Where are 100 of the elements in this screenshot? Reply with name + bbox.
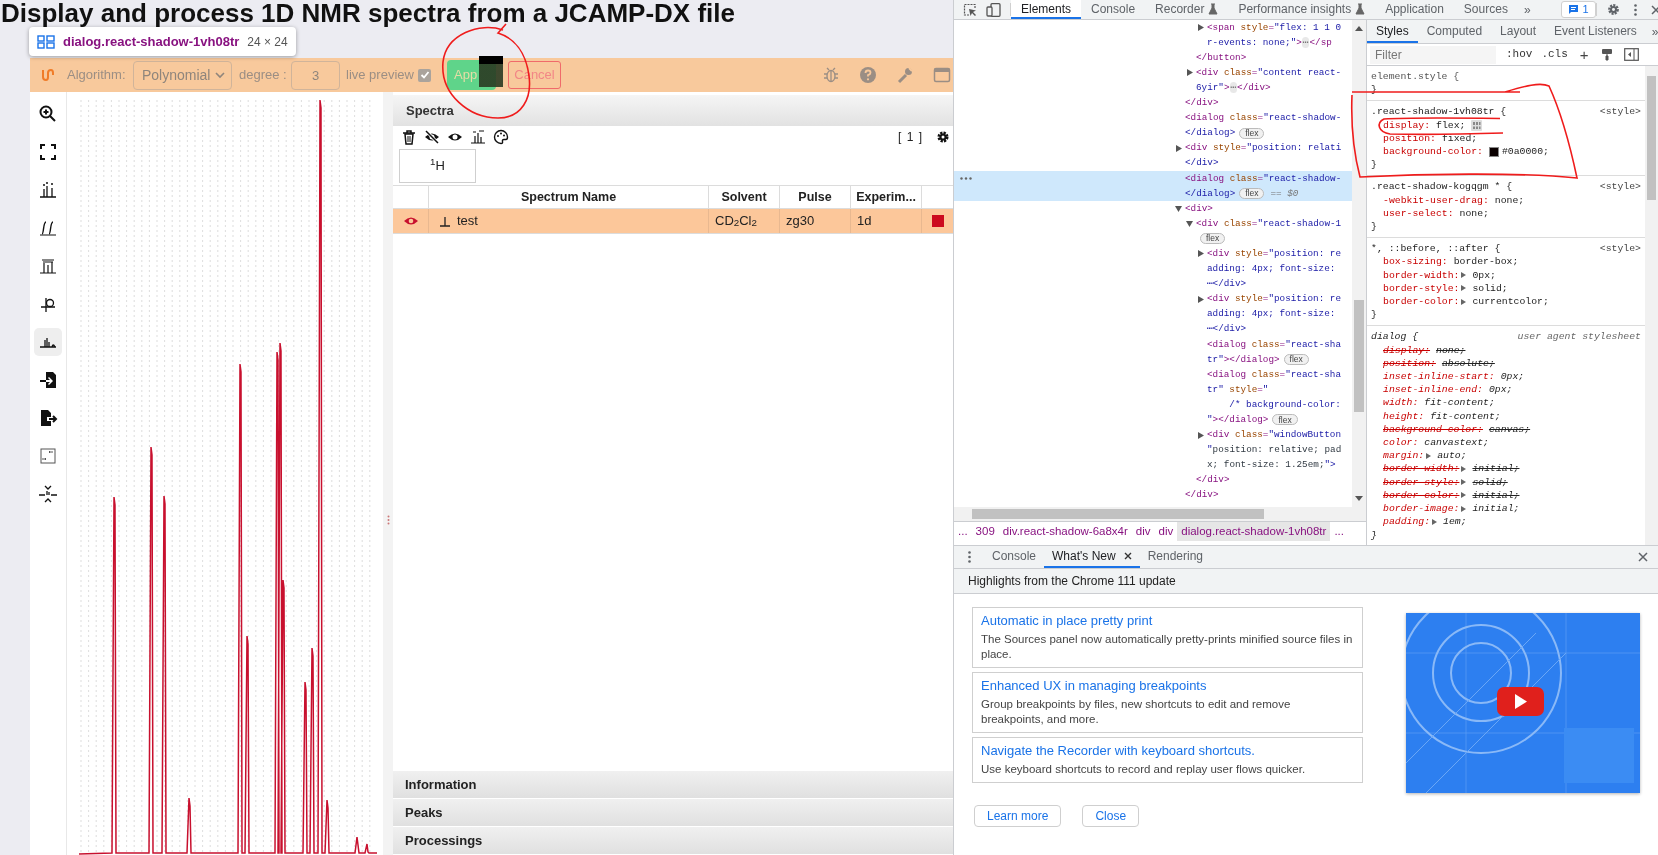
horizontal-scrollbar[interactable]: [954, 507, 1366, 521]
property-name[interactable]: display:: [1383, 118, 1431, 132]
scroll-up-icon[interactable]: [1355, 26, 1363, 31]
expand-arrow-icon[interactable]: [1198, 250, 1204, 258]
code-line[interactable]: <span style="flex: 1 1 0: [1207, 20, 1341, 35]
expand-arrow-icon[interactable]: [1432, 518, 1438, 525]
close-icon[interactable]: [1123, 552, 1132, 560]
property-name[interactable]: display:: [1383, 343, 1431, 357]
property-name[interactable]: border-style:: [1383, 475, 1460, 489]
expand-arrow-icon[interactable]: [1198, 431, 1204, 439]
column-header[interactable]: Experim...: [851, 186, 922, 208]
drawer-tab[interactable]: Console: [984, 546, 1045, 568]
expand-arrow-icon[interactable]: [1176, 144, 1182, 152]
expand-arrow-icon[interactable]: [1461, 479, 1467, 486]
more-options-icon[interactable]: [967, 551, 971, 563]
code-line[interactable]: <dialog class="react-sha: [1207, 367, 1341, 382]
devtools-tab[interactable]: Console: [1081, 0, 1146, 19]
property-name[interactable]: margin:: [1383, 449, 1425, 463]
devtools-tab[interactable]: Elements: [1011, 0, 1082, 19]
column-header[interactable]: Solvent: [709, 186, 780, 208]
code-line[interactable]: </div>: [1196, 473, 1230, 488]
expand-arrow-icon[interactable]: [1198, 295, 1204, 303]
vertical-scrollbar[interactable]: [1645, 66, 1658, 545]
sidebar-tab[interactable]: Layout: [1491, 20, 1546, 43]
property-value[interactable]: canvas;: [1488, 422, 1531, 437]
stylesheet-link[interactable]: <style>: [1599, 242, 1641, 256]
device-toolbar-icon[interactable]: [986, 2, 1002, 17]
property-name[interactable]: border-width:: [1383, 462, 1460, 476]
code-line[interactable]: "></dialog>: [1207, 413, 1269, 427]
property-name[interactable]: box-sizing:: [1383, 255, 1448, 269]
column-header[interactable]: Pulse: [780, 186, 851, 208]
scrollbar-thumb[interactable]: [1647, 76, 1656, 200]
property-value[interactable]: none;: [1459, 206, 1489, 221]
breadcrumb[interactable]: div: [1131, 522, 1155, 541]
nucleus-tab[interactable]: $^{1}$H: [399, 149, 476, 183]
property-name[interactable]: background-color:: [1383, 145, 1483, 159]
property-value[interactable]: solid;: [1472, 281, 1508, 296]
hover-state-toggle[interactable]: :hov: [1506, 46, 1533, 63]
more-tabs-button[interactable]: »: [1651, 20, 1658, 43]
close-icon[interactable]: [1638, 552, 1648, 562]
breadcrumb[interactable]: ...: [954, 522, 972, 541]
property-value[interactable]: fit-content;: [1430, 409, 1501, 423]
code-line[interactable]: tr" style=": [1207, 382, 1269, 397]
property-name[interactable]: padding:: [1383, 515, 1431, 529]
inspect-icon[interactable]: [963, 2, 977, 17]
property-value[interactable]: border-box;: [1453, 255, 1519, 269]
breadcrumb[interactable]: div: [1154, 522, 1178, 541]
trash-icon[interactable]: [401, 129, 417, 145]
property-value[interactable]: initial;: [1472, 502, 1520, 516]
property-value[interactable]: fixed;: [1441, 131, 1478, 145]
splitter-handle-icon[interactable]: [386, 515, 390, 525]
palette-icon[interactable]: [493, 129, 509, 145]
code-line[interactable]: adding: 4px; font-size:: [1207, 307, 1336, 322]
expand-arrow-icon[interactable]: [1461, 492, 1467, 499]
drawer-button[interactable]: Learn more: [974, 805, 1062, 827]
property-name[interactable]: inset-inline-end:: [1383, 383, 1483, 397]
accordion-header[interactable]: Processings: [393, 827, 953, 855]
code-line[interactable]: </dialog>: [1185, 186, 1236, 201]
more-options-icon[interactable]: [1633, 3, 1637, 16]
property-name[interactable]: -webkit-user-drag:: [1383, 193, 1489, 207]
checkbox[interactable]: [418, 68, 431, 82]
code-line[interactable]: <dialog class="react-shadow-: [1185, 171, 1342, 186]
code-line[interactable]: </div>: [1185, 156, 1219, 171]
sidebar-tab[interactable]: Event Listeners: [1545, 20, 1646, 43]
property-value[interactable]: 0px;: [1488, 383, 1513, 397]
collapse-arrow-icon[interactable]: [1186, 220, 1193, 227]
code-line[interactable]: r-events: none;">⋯</sp: [1207, 35, 1332, 50]
property-name[interactable]: background-color:: [1383, 422, 1483, 437]
devtools-tab[interactable]: Performance insights: [1228, 0, 1376, 19]
paint-roller-icon[interactable]: [1600, 48, 1613, 61]
table-row[interactable]: test CD$_{2}$Cl$_{2}$ zg30 1d: [393, 209, 953, 234]
drawer-tab[interactable]: Rendering: [1139, 546, 1212, 568]
code-line[interactable]: <dialog class="react-shadow-: [1185, 111, 1342, 126]
code-line[interactable]: <div class="content react-: [1196, 65, 1342, 80]
css-selector[interactable]: dialog {: [1371, 330, 1419, 344]
code-line[interactable]: </dialog>: [1185, 126, 1236, 141]
accordion-header[interactable]: Information: [393, 771, 953, 799]
css-selector[interactable]: *, ::before, ::after {: [1371, 242, 1501, 256]
css-selector[interactable]: element.style {: [1371, 70, 1460, 84]
property-name[interactable]: border-color:: [1383, 295, 1460, 309]
stylesheet-link[interactable]: <style>: [1599, 180, 1641, 194]
column-header[interactable]: Spectrum Name: [429, 186, 709, 208]
code-line[interactable]: adding: 4px; font-size:: [1207, 262, 1336, 276]
code-line[interactable]: <dialog class="react-sha: [1207, 337, 1341, 352]
expand-arrow-icon[interactable]: [1461, 505, 1467, 512]
tool-button[interactable]: [34, 328, 62, 356]
drawer-button[interactable]: Close: [1082, 805, 1140, 827]
property-value[interactable]: initial;: [1472, 488, 1520, 503]
sidebar-tab[interactable]: Computed: [1417, 20, 1492, 43]
code-line[interactable]: x; font-size: 1.25em;">: [1207, 458, 1336, 473]
more-icon[interactable]: [960, 176, 972, 180]
property-name[interactable]: height:: [1383, 409, 1425, 423]
code-line[interactable]: ⋯</div>: [1207, 322, 1247, 337]
expand-arrow-icon[interactable]: [1461, 285, 1467, 292]
peaks-icon[interactable]: [470, 129, 486, 145]
expand-arrow-icon[interactable]: [1461, 272, 1467, 279]
property-name[interactable]: position:: [1383, 356, 1436, 371]
code-line[interactable]: </button>: [1196, 50, 1247, 65]
article-link[interactable]: Navigate the Recorder with keyboard shortcuts.: [981, 742, 1354, 760]
breadcrumb[interactable]: dialog.react-shadow-1vh08tr: [1177, 522, 1331, 541]
